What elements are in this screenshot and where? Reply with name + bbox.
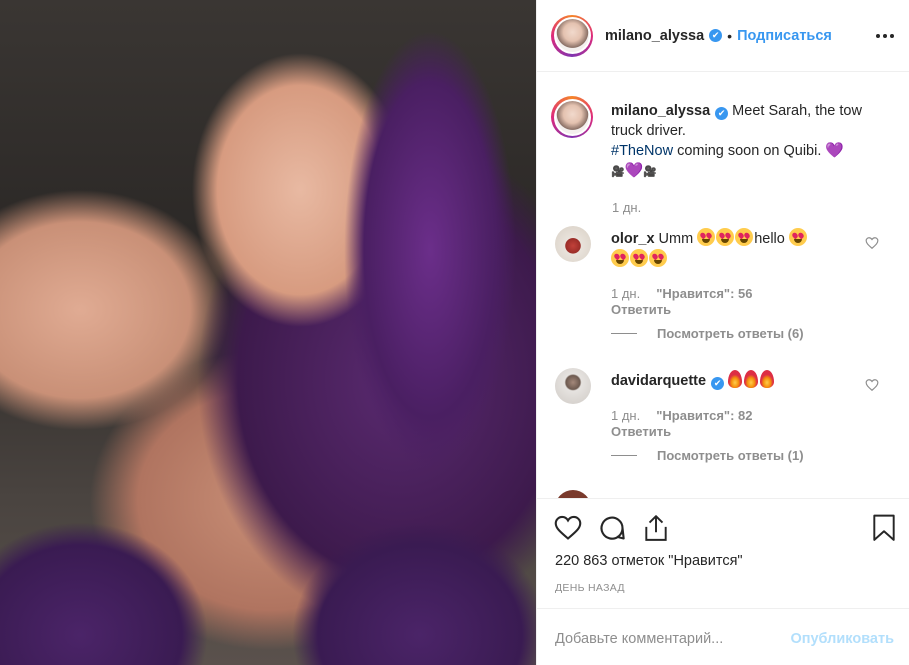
header-separator: •	[727, 27, 733, 44]
heart-eyes-emoji-icon	[735, 228, 754, 246]
comment-likes[interactable]: "Нравится": 56	[656, 286, 752, 301]
divider-line	[611, 333, 637, 334]
view-replies-label: Посмотреть ответы (6)	[657, 326, 804, 341]
comment-like-heart-icon[interactable]	[865, 378, 879, 392]
verified-icon: ✔	[711, 377, 725, 390]
verified-icon: ✔	[715, 107, 729, 120]
heart-eyes-emoji-icon	[630, 249, 648, 267]
comment-time: 1 дн.	[611, 408, 641, 423]
heart-eyes-emoji-icon	[649, 249, 667, 267]
comment-text: olor_x Umm hello	[611, 228, 861, 270]
more-options-icon[interactable]	[876, 22, 894, 42]
caption-username[interactable]: milano_alyssa	[611, 103, 710, 119]
author-avatar[interactable]	[551, 14, 593, 57]
follow-button[interactable]: Подписаться	[737, 28, 832, 44]
post-side-panel: milano_alyssa ✔ • Подписаться milano_aly…	[536, 0, 909, 665]
post-timestamp[interactable]: ДЕНЬ НАЗАД	[555, 582, 625, 594]
comments-list[interactable]: milano_alyssa ✔ Meet Sarah, the tow truck…	[537, 72, 909, 498]
comment-likes[interactable]: "Нравится": 82	[656, 408, 752, 423]
add-comment-input[interactable]: Добавьте комментарий...	[555, 631, 723, 647]
commenter-username[interactable]: olor_x	[611, 231, 655, 247]
fire-emoji-icon	[744, 370, 759, 388]
caption-hashtag[interactable]: #TheNow	[611, 143, 673, 159]
photo-lace-region	[0, 435, 536, 665]
fire-emoji-icon	[728, 370, 743, 388]
heart-eyes-emoji-icon	[716, 228, 735, 246]
author-username[interactable]: milano_alyssa	[605, 28, 704, 44]
comment-body-2: hello	[754, 231, 789, 247]
purple-heart-icon: 💜	[825, 142, 845, 159]
add-comment-bar: Добавьте комментарий... Опубликовать	[537, 608, 909, 665]
commenter-avatar[interactable]	[555, 368, 591, 404]
likes-count[interactable]: 220 863 отметок "Нравится"	[555, 553, 743, 569]
comment-meta: 1 дн. "Нравится": 56	[611, 286, 753, 301]
author-avatar-image	[555, 19, 589, 52]
caption-time: 1 дн.	[612, 200, 642, 215]
divider-line	[611, 455, 637, 456]
verified-icon: ✔	[709, 29, 723, 42]
commenter-avatar[interactable]	[555, 226, 591, 262]
share-icon[interactable]	[641, 513, 671, 543]
commenter-username[interactable]: davidarquette	[611, 373, 706, 389]
post-actions: 220 863 отметок "Нравится" ДЕНЬ НАЗАД	[537, 498, 909, 608]
camera-icon: 🎥	[611, 166, 625, 178]
fire-emoji-icon	[760, 370, 775, 388]
purple-heart-icon: 💜	[624, 162, 644, 179]
bookmark-icon[interactable]	[869, 513, 899, 543]
comment-body: Umm	[654, 231, 698, 247]
heart-eyes-emoji-icon	[788, 228, 807, 246]
camera-icon: 🎥	[643, 166, 658, 178]
comment-like-heart-icon[interactable]	[865, 236, 879, 250]
publish-button[interactable]: Опубликовать	[790, 631, 894, 647]
heart-eyes-emoji-icon	[697, 228, 716, 246]
view-replies-label: Посмотреть ответы (1)	[657, 448, 804, 463]
caption-avatar[interactable]	[551, 96, 593, 138]
post-photo[interactable]	[0, 0, 536, 665]
caption-text: milano_alyssa ✔ Meet Sarah, the tow truck…	[611, 101, 886, 182]
commenter-avatar[interactable]	[555, 490, 591, 498]
post-header: milano_alyssa ✔ • Подписаться	[537, 0, 909, 72]
view-replies-button[interactable]: Посмотреть ответы (6)	[611, 326, 804, 341]
comment-meta: 1 дн. "Нравится": 82	[611, 408, 753, 423]
comment-icon[interactable]	[597, 513, 627, 543]
reply-button[interactable]: Ответить	[611, 302, 671, 317]
caption-body-2: coming soon on Quibi.	[673, 143, 826, 159]
caption-avatar-image	[555, 100, 589, 134]
comment-text: davidarquette ✔	[611, 370, 861, 391]
reply-button[interactable]: Ответить	[611, 424, 671, 439]
heart-icon[interactable]	[553, 513, 583, 543]
heart-eyes-emoji-icon	[611, 249, 629, 267]
view-replies-button[interactable]: Посмотреть ответы (1)	[611, 448, 804, 463]
comment-time: 1 дн.	[611, 286, 641, 301]
